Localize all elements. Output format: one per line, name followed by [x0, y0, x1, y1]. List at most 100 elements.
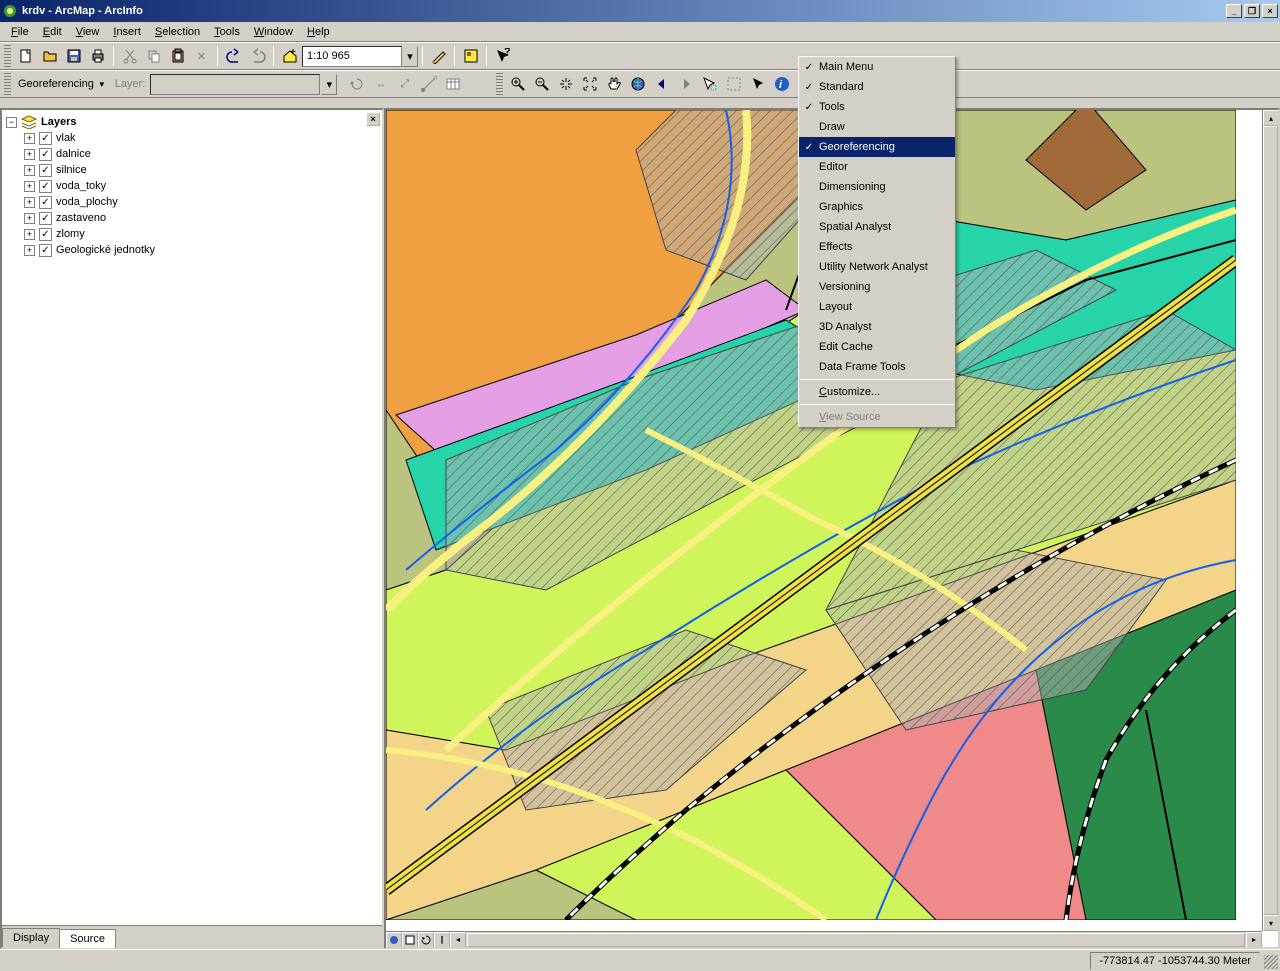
context-menu-item[interactable]: ✓Tools — [799, 97, 955, 117]
layer-checkbox[interactable]: ✓ — [39, 212, 52, 225]
redo-button[interactable] — [246, 45, 269, 67]
fixed-zoom-in-button[interactable] — [554, 73, 577, 95]
tree-layer-item[interactable]: +✓Geologické jednotky — [6, 242, 378, 258]
context-menu-item[interactable]: ✓Standard — [799, 77, 955, 97]
georef-layer-combo[interactable] — [150, 74, 320, 95]
context-menu-item[interactable]: Draw — [799, 117, 955, 137]
scroll-up-button[interactable]: ▴ — [1263, 110, 1279, 126]
toc-tab-display[interactable]: Display — [2, 928, 60, 947]
identify-button[interactable]: i — [770, 73, 793, 95]
expand-icon[interactable]: + — [24, 245, 35, 256]
layer-checkbox[interactable]: ✓ — [39, 164, 52, 177]
expand-icon[interactable]: + — [24, 229, 35, 240]
menu-view[interactable]: View — [69, 24, 107, 40]
full-extent-button[interactable] — [626, 73, 649, 95]
open-button[interactable] — [38, 45, 61, 67]
toolbar-grip[interactable] — [4, 45, 11, 67]
context-menu-item[interactable]: 3D Analyst — [799, 317, 955, 337]
layer-checkbox[interactable]: ✓ — [39, 228, 52, 241]
context-menu-item[interactable]: ✓Main Menu — [799, 57, 955, 77]
map-horizontal-scrollbar[interactable]: ∥ ◂ ▸ — [386, 931, 1262, 947]
tree-layer-item[interactable]: +✓voda_toky — [6, 178, 378, 194]
layer-checkbox[interactable]: ✓ — [39, 148, 52, 161]
copy-button[interactable] — [142, 45, 165, 67]
tree-root-layers[interactable]: − Layers — [6, 114, 378, 130]
toolbar-grip[interactable] — [496, 73, 503, 95]
layer-checkbox[interactable]: ✓ — [39, 180, 52, 193]
select-features-button[interactable] — [698, 73, 721, 95]
back-extent-button[interactable] — [650, 73, 673, 95]
georef-layer-dropdown[interactable]: ▾ — [321, 74, 337, 95]
context-menu-item[interactable]: Versioning — [799, 277, 955, 297]
expand-icon[interactable]: + — [24, 197, 35, 208]
georeferencing-menu[interactable]: Georeferencing▼ — [14, 76, 110, 92]
add-data-button[interactable] — [278, 45, 301, 67]
toc-close-button[interactable]: × — [366, 112, 380, 126]
layer-tree[interactable]: − Layers +✓vlak+✓dalnice+✓silnice+✓voda_… — [2, 110, 382, 925]
zoom-out-button[interactable] — [530, 73, 553, 95]
menu-window[interactable]: Window — [247, 24, 300, 40]
menu-tools[interactable]: Tools — [207, 24, 247, 40]
context-menu-item[interactable]: Graphics — [799, 197, 955, 217]
resize-grip[interactable] — [1264, 955, 1278, 969]
scroll-thumb[interactable] — [1263, 126, 1278, 915]
tree-layer-item[interactable]: +✓zlomy — [6, 226, 378, 242]
expand-icon[interactable]: + — [24, 149, 35, 160]
pause-drawing-button[interactable]: ∥ — [434, 932, 450, 948]
rotate-button[interactable] — [345, 73, 368, 95]
context-menu-item[interactable]: Utility Network Analyst — [799, 257, 955, 277]
minimize-button[interactable]: _ — [1226, 4, 1242, 18]
new-button[interactable] — [14, 45, 37, 67]
context-help-button[interactable]: ? — [491, 45, 514, 67]
zoom-in-button[interactable] — [506, 73, 529, 95]
view-link-table-button[interactable] — [441, 73, 464, 95]
map-vertical-scrollbar[interactable]: ▴ ▾ — [1262, 110, 1278, 931]
layer-checkbox[interactable]: ✓ — [39, 196, 52, 209]
context-menu-item[interactable]: ✓Georeferencing — [799, 137, 955, 157]
scale-combo[interactable]: 1:10 965 ▾ — [302, 46, 418, 67]
tree-layer-item[interactable]: +✓vlak — [6, 130, 378, 146]
save-button[interactable] — [62, 45, 85, 67]
layer-checkbox[interactable]: ✓ — [39, 244, 52, 257]
data-view-button[interactable] — [386, 932, 402, 948]
scroll-right-button[interactable]: ▸ — [1246, 932, 1262, 948]
expand-icon[interactable]: + — [24, 133, 35, 144]
context-menu-item[interactable]: Spatial Analyst — [799, 217, 955, 237]
arccatalog-button[interactable] — [459, 45, 482, 67]
shift-button[interactable]: ↔ — [369, 73, 392, 95]
menu-insert[interactable]: Insert — [106, 24, 148, 40]
menu-selection[interactable]: Selection — [148, 24, 207, 40]
layout-view-button[interactable] — [402, 932, 418, 948]
cut-button[interactable] — [118, 45, 141, 67]
context-menu-item[interactable]: Edit Cache — [799, 337, 955, 357]
forward-extent-button[interactable] — [674, 73, 697, 95]
undo-button[interactable] — [222, 45, 245, 67]
print-button[interactable] — [86, 45, 109, 67]
menu-file[interactable]: File — [4, 24, 36, 40]
toolbar-grip[interactable] — [4, 73, 11, 95]
paste-button[interactable] — [166, 45, 189, 67]
toc-tab-source[interactable]: Source — [59, 929, 116, 948]
context-menu-item[interactable]: Dimensioning — [799, 177, 955, 197]
restore-button[interactable]: ❐ — [1244, 4, 1260, 18]
editor-toolbar-button[interactable] — [427, 45, 450, 67]
close-button[interactable]: × — [1262, 4, 1278, 18]
select-elements-button[interactable] — [746, 73, 769, 95]
scroll-down-button[interactable]: ▾ — [1263, 915, 1279, 931]
context-menu-item[interactable]: Effects — [799, 237, 955, 257]
expand-icon[interactable]: + — [24, 165, 35, 176]
scroll-thumb[interactable] — [467, 933, 1245, 947]
context-menu-item[interactable]: Editor — [799, 157, 955, 177]
pan-button[interactable] — [602, 73, 625, 95]
clear-selection-button[interactable] — [722, 73, 745, 95]
tree-layer-item[interactable]: +✓voda_plochy — [6, 194, 378, 210]
scale-button[interactable]: ⤢ — [393, 73, 416, 95]
expand-icon[interactable]: + — [24, 213, 35, 224]
menu-edit[interactable]: Edit — [36, 24, 69, 40]
add-control-points-button[interactable] — [417, 73, 440, 95]
collapse-icon[interactable]: − — [6, 117, 17, 128]
context-menu-item[interactable]: Data Frame Tools — [799, 357, 955, 377]
context-menu-customize[interactable]: Customize... — [799, 382, 955, 402]
menu-help[interactable]: Help — [300, 24, 337, 40]
tree-layer-item[interactable]: +✓dalnice — [6, 146, 378, 162]
